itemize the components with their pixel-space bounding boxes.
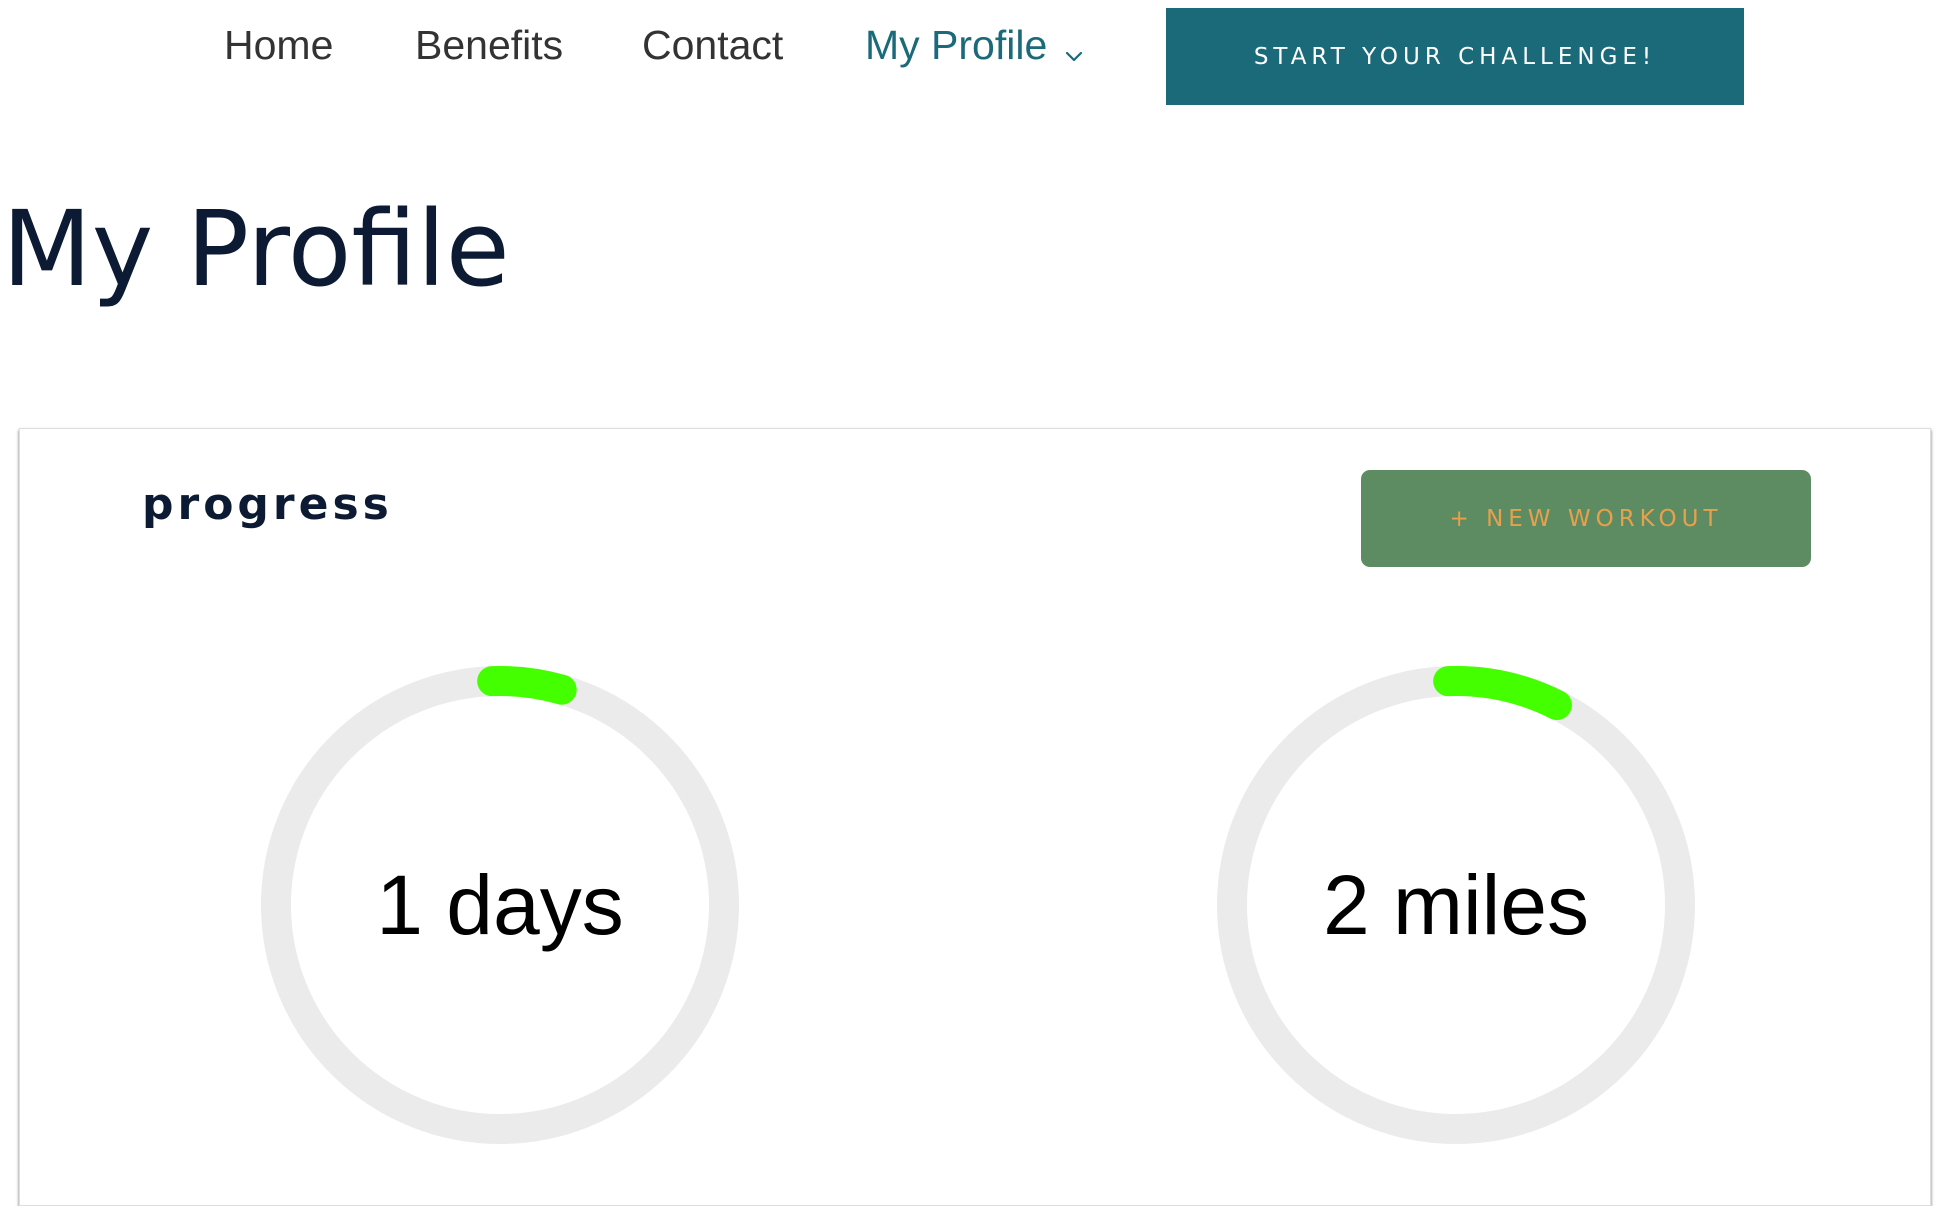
page-title: My Profile [2, 188, 510, 310]
new-workout-button[interactable]: + NEW WORKOUT [1361, 470, 1811, 567]
chevron-down-icon[interactable] [1063, 46, 1085, 66]
miles-progress-ring: 2 miles [1216, 665, 1696, 1145]
nav-item-home[interactable]: Home [224, 22, 333, 69]
progress-heading: progress [142, 479, 393, 530]
nav-item-contact[interactable]: Contact [642, 22, 783, 69]
start-challenge-button[interactable]: START YOUR CHALLENGE! [1166, 8, 1744, 105]
nav-item-benefits[interactable]: Benefits [415, 22, 563, 69]
progress-card: progress + NEW WORKOUT 1 days 2 miles [19, 428, 1931, 1206]
nav-item-my-profile[interactable]: My Profile [865, 22, 1047, 69]
top-navigation: Home Benefits Contact My Profile START Y… [0, 0, 1946, 120]
days-progress-ring: 1 days [260, 665, 740, 1145]
miles-count-label: 2 miles [1322, 857, 1590, 952]
days-count-label: 1 days [376, 857, 624, 952]
